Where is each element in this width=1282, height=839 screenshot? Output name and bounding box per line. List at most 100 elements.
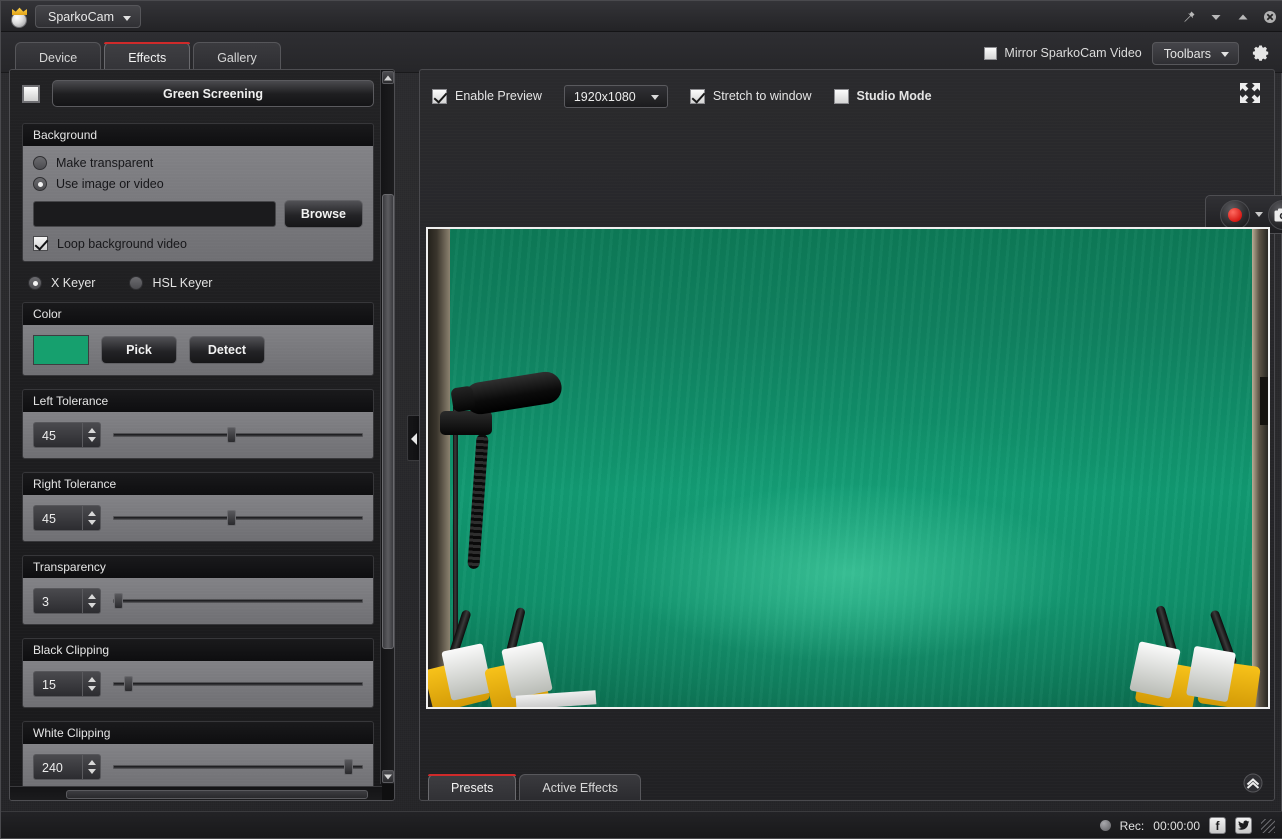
slider-track[interactable] [113,508,363,528]
slider-value: 3 [42,595,49,609]
preview-toolbar: Enable Preview 1920x1080 Stretch to wind… [432,82,1262,110]
panel-vertical-scrollbar[interactable] [380,70,394,784]
toolbars-dropdown[interactable]: Toolbars [1151,41,1239,65]
pin-icon[interactable] [1182,10,1196,24]
recording-status-led [1099,820,1111,831]
radio-label: X Keyer [51,276,96,290]
slider-group: Left Tolerance 45 [22,389,374,459]
tab-effects-label: Effects [128,51,167,65]
slider-row: 45 [33,422,363,448]
tab-active-effects[interactable]: Active Effects [519,774,641,800]
vertical-scroll-thumb[interactable] [382,194,394,649]
studio-mode-checkbox[interactable]: Studio Mode [833,88,932,104]
slider-rail [113,765,363,769]
slider-thumb[interactable] [226,510,236,526]
status-bar: Rec: 00:00:00 f [1,811,1282,838]
slider-track[interactable] [113,674,363,694]
record-options-chevron-down-icon[interactable] [1254,212,1263,217]
panel-horizontal-scrollbar[interactable] [10,786,382,800]
stepper-down-icon[interactable] [87,520,96,525]
checkbox-box [689,88,705,104]
pick-color-button[interactable]: Pick [101,336,177,364]
background-path-row: Browse [33,200,363,228]
slider-value: 45 [42,429,56,443]
enable-preview-label: Enable Preview [455,89,542,103]
stepper-up-icon[interactable] [87,677,96,682]
slider-group: Right Tolerance 45 [22,472,374,542]
stepper-arrows[interactable] [82,423,100,447]
double-chevron-up-icon[interactable] [1242,772,1264,794]
close-icon[interactable] [1263,10,1277,24]
radio-hsl-keyer[interactable]: HSL Keyer [129,276,212,290]
gear-icon[interactable] [1249,42,1271,64]
slider-track[interactable] [113,591,363,611]
window-buttons [1182,1,1277,32]
key-color-swatch[interactable] [33,335,89,365]
slider-value-stepper[interactable]: 240 [33,754,101,780]
stepper-arrows[interactable] [82,755,100,779]
detect-color-button[interactable]: Detect [189,336,265,364]
stepper-down-icon[interactable] [87,437,96,442]
slider-value-stepper[interactable]: 3 [33,588,101,614]
minimize-icon[interactable] [1209,10,1223,24]
slider-value-stepper[interactable]: 45 [33,422,101,448]
stepper-up-icon[interactable] [87,428,96,433]
stepper-up-icon[interactable] [87,511,96,516]
slider-thumb[interactable] [344,759,353,775]
keyer-type-row: X Keyer HSL Keyer [28,276,374,290]
camera-icon[interactable] [1267,199,1282,230]
effect-title-button[interactable]: Green Screening [52,80,374,107]
facebook-icon[interactable]: f [1209,817,1226,834]
tab-presets-label: Presets [451,781,494,795]
mirror-sparkocam-video-checkbox[interactable]: Mirror SparkoCam Video [984,46,1142,60]
radio-x-keyer[interactable]: X Keyer [28,276,95,290]
stepper-up-icon[interactable] [87,594,96,599]
twitter-icon[interactable] [1235,817,1252,834]
loop-background-video-checkbox[interactable]: Loop background video [33,236,363,251]
stretch-to-window-checkbox[interactable]: Stretch to window [689,88,812,104]
effect-enable-checkbox[interactable] [22,84,40,103]
resolution-select[interactable]: 1920x1080 [563,84,668,108]
stepper-up-icon[interactable] [87,760,96,765]
scroll-down-arrow-icon[interactable] [382,770,394,783]
browse-button[interactable]: Browse [283,200,363,228]
stepper-down-icon[interactable] [87,686,96,691]
scroll-up-arrow-icon[interactable] [382,71,394,84]
effects-panel-content: Green Screening Background Make transpar… [10,70,382,800]
horizontal-scroll-thumb[interactable] [66,790,368,799]
tab-active-effects-label: Active Effects [542,781,618,795]
slider-thumb[interactable] [226,427,236,443]
fullscreen-expand-icon[interactable] [1238,81,1262,105]
video-preview[interactable] [426,227,1270,709]
enable-preview-checkbox[interactable]: Enable Preview [432,88,542,104]
resize-grip-icon[interactable] [1261,818,1275,833]
checkbox-box [33,236,48,251]
slider-rail [113,682,363,686]
slider-thumb[interactable] [114,593,123,609]
slider-group: Black Clipping 15 [22,638,374,708]
stepper-down-icon[interactable] [87,603,96,608]
slider-track[interactable] [113,425,363,445]
chevron-down-icon [123,16,131,21]
stepper-down-icon[interactable] [87,769,96,774]
microphone-rear-cap [450,385,476,413]
slider-value-stepper[interactable]: 15 [33,671,101,697]
tab-presets[interactable]: Presets [428,774,517,800]
slider-thumb[interactable] [124,676,133,692]
stepper-arrows[interactable] [82,672,100,696]
radio-use-image-or-video[interactable]: Use image or video [33,177,363,191]
record-circle-icon[interactable] [1219,199,1250,230]
radio-make-transparent[interactable]: Make transparent [33,156,363,170]
background-group-label: Background [23,124,373,146]
tab-device-label: Device [39,51,78,65]
stepper-arrows[interactable] [82,506,100,530]
maximize-icon[interactable] [1236,10,1250,24]
slider-track[interactable] [113,757,363,777]
background-path-input[interactable] [33,201,276,227]
studio-mode-label: Studio Mode [856,89,932,103]
sparkocam-window: SparkoCam Device Effects Gallery Mirror … [0,0,1282,839]
stepper-arrows[interactable] [82,589,100,613]
app-menu-button[interactable]: SparkoCam [35,5,141,28]
slider-value-stepper[interactable]: 45 [33,505,101,531]
color-group-label: Color [23,303,373,325]
